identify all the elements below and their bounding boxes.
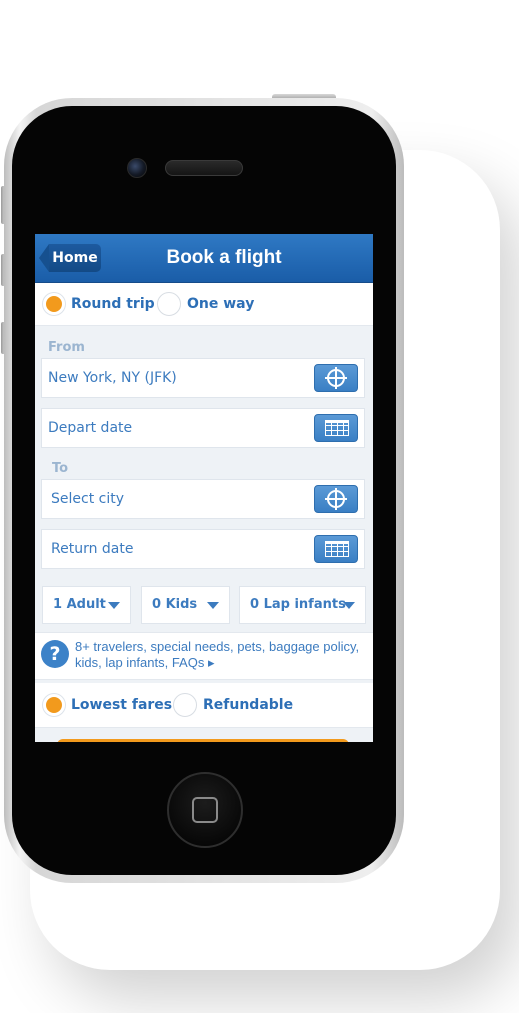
- chevron-down-icon: [207, 602, 219, 609]
- chevron-down-icon: [343, 602, 355, 609]
- return-date-field[interactable]: Return date: [41, 529, 365, 569]
- home-square-icon: [192, 797, 218, 823]
- return-date-placeholder: Return date: [51, 541, 134, 557]
- back-arrow-icon: [39, 244, 49, 272]
- home-back-label: Home: [49, 244, 101, 272]
- trip-type-row: Round trip One way: [35, 283, 373, 326]
- question-icon: ?: [41, 640, 69, 668]
- navbar: Home Book a flight: [35, 234, 373, 283]
- from-city-value: New York, NY (JFK): [48, 370, 177, 386]
- calendar-icon: [325, 541, 349, 557]
- depart-calendar-button[interactable]: [314, 414, 358, 442]
- round-trip-radio[interactable]: Round trip: [43, 293, 155, 315]
- to-locate-button[interactable]: [314, 485, 358, 513]
- adults-value: 1 Adult: [53, 597, 106, 612]
- crosshair-icon: [325, 488, 347, 510]
- radio-unselected-icon: [157, 292, 181, 316]
- chevron-down-icon: [108, 602, 120, 609]
- front-camera-icon: [127, 158, 147, 178]
- help-text: 8+ travelers, special needs, pets, bagga…: [75, 639, 360, 670]
- fare-type-row: Lowest fares Refundable: [35, 683, 373, 728]
- refundable-label: Refundable: [203, 697, 294, 713]
- app-screen: Home Book a flight Round trip One way Fr…: [35, 234, 373, 742]
- lowest-fares-label: Lowest fares: [71, 697, 173, 713]
- refundable-radio[interactable]: Refundable: [173, 693, 293, 717]
- from-locate-button[interactable]: [314, 364, 358, 392]
- radio-selected-icon: [43, 694, 65, 716]
- radio-selected-icon: [43, 293, 65, 315]
- kids-dropdown[interactable]: 0 Kids: [141, 586, 230, 624]
- home-button[interactable]: [167, 772, 243, 848]
- one-way-label: One way: [187, 296, 255, 312]
- earpiece-speaker: [165, 160, 243, 176]
- crosshair-icon: [325, 367, 347, 389]
- lap-infants-dropdown[interactable]: 0 Lap infants: [239, 586, 366, 624]
- depart-date-placeholder: Depart date: [48, 420, 133, 436]
- booking-form: Round trip One way From New York, NY (JF…: [35, 283, 373, 742]
- to-city-placeholder: Select city: [51, 491, 125, 507]
- to-label: To: [52, 461, 69, 476]
- help-link[interactable]: ? 8+ travelers, special needs, pets, bag…: [35, 632, 373, 680]
- from-label: From: [48, 340, 85, 355]
- from-city-field[interactable]: New York, NY (JFK): [41, 358, 365, 398]
- to-city-field[interactable]: Select city: [41, 479, 365, 519]
- depart-date-field[interactable]: Depart date: [41, 408, 365, 448]
- round-trip-label: Round trip: [71, 296, 155, 312]
- radio-unselected-icon: [173, 693, 197, 717]
- search-button-partial[interactable]: [57, 739, 349, 742]
- kids-value: 0 Kids: [152, 597, 198, 612]
- return-calendar-button[interactable]: [314, 535, 358, 563]
- adults-dropdown[interactable]: 1 Adult: [42, 586, 131, 624]
- page-title: Book a flight: [166, 247, 282, 268]
- lowest-fares-radio[interactable]: Lowest fares: [43, 694, 172, 716]
- home-back-button[interactable]: Home: [39, 244, 101, 272]
- calendar-icon: [325, 420, 349, 436]
- lap-infants-value: 0 Lap infants: [250, 597, 346, 612]
- one-way-radio[interactable]: One way: [157, 292, 254, 316]
